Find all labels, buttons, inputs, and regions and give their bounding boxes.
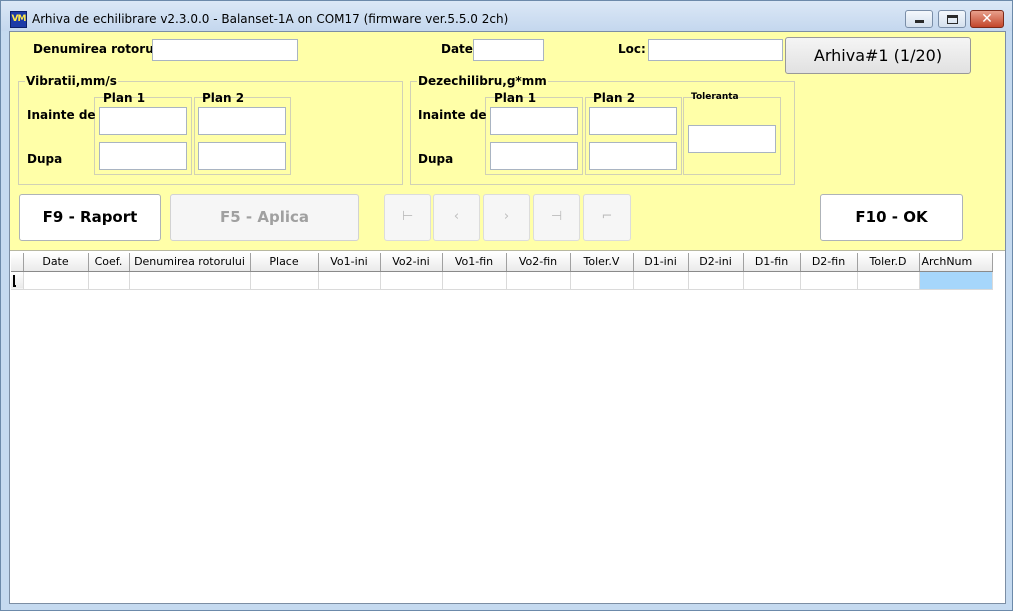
imbalance-after-label: Dupa (418, 152, 454, 166)
vibration-plan2-after-field[interactable] (198, 142, 286, 170)
table-cell[interactable] (688, 271, 744, 290)
previous-record-icon: ‹ (453, 209, 460, 224)
table-cell[interactable] (800, 271, 858, 290)
table-cell[interactable] (129, 271, 251, 290)
column-header[interactable]: D1-fin (743, 253, 801, 272)
vibration-plan1-after-field[interactable] (99, 142, 187, 170)
imbalance-plan2-after-field[interactable] (589, 142, 677, 170)
nav-next-button[interactable]: › (483, 194, 530, 241)
imbalance-plan1-label: Plan 1 (494, 91, 537, 105)
clear-record-icon: ⌐ (601, 209, 613, 224)
vibration-plan2-before-field[interactable] (198, 107, 286, 135)
imbalance-before-label: Inainte de (418, 108, 487, 122)
column-header[interactable]: Vo1-fin (442, 253, 507, 272)
vibration-legend: Vibratii,mm/s (25, 74, 118, 88)
vibration-plan1-label: Plan 1 (103, 91, 146, 105)
imbalance-legend: Dezechilibru,g*mm (417, 74, 548, 88)
table-cell[interactable] (318, 271, 381, 290)
imbalance-plan2-before-field[interactable] (589, 107, 677, 135)
table-header-row: Date Coef. Denumirea rotorului Place Vo1… (11, 253, 993, 272)
column-header[interactable]: Toler.V (570, 253, 634, 272)
last-record-icon: ⊣ (550, 209, 563, 224)
client-area: Denumirea rotorului Date Loc: Arhiva#1 (… (9, 31, 1006, 604)
date-label: Date (441, 42, 473, 56)
location-field[interactable] (648, 39, 783, 61)
archive-table: Date Coef. Denumirea rotorului Place Vo1… (11, 253, 993, 290)
column-header[interactable]: Toler.D (857, 253, 920, 272)
column-header[interactable]: ArchNum (919, 253, 993, 272)
table-cell[interactable] (633, 271, 689, 290)
date-field[interactable] (473, 39, 544, 61)
table-cell[interactable] (442, 271, 507, 290)
report-button[interactable]: F9 - Raport (19, 194, 161, 241)
column-header[interactable]: Denumirea rotorului (129, 253, 251, 272)
archive-record-panel: Denumirea rotorului Date Loc: Arhiva#1 (… (10, 32, 1005, 271)
nav-first-button[interactable]: ⊢ (384, 194, 431, 241)
next-record-icon: › (503, 209, 510, 224)
table-cell[interactable] (570, 271, 634, 290)
maximize-button[interactable] (938, 10, 966, 28)
rotor-name-label: Denumirea rotorului (33, 42, 171, 56)
current-row-icon (13, 274, 16, 287)
column-header[interactable]: Coef. (88, 253, 130, 272)
column-header[interactable]: Vo2-ini (380, 253, 443, 272)
table-cell[interactable] (250, 271, 319, 290)
nav-previous-button[interactable]: ‹ (433, 194, 480, 241)
app-logo-icon: VM (10, 11, 27, 28)
table-row[interactable] (11, 271, 993, 290)
ok-button[interactable]: F10 - OK (820, 194, 963, 241)
selected-table-cell[interactable] (919, 271, 993, 290)
location-label: Loc: (618, 42, 646, 56)
imbalance-plan1-before-field[interactable] (490, 107, 578, 135)
title-bar[interactable]: VM Arhiva de echilibrare v2.3.0.0 - Bala… (1, 1, 1012, 31)
column-header[interactable]: Place (250, 253, 319, 272)
window-title: Arhiva de echilibrare v2.3.0.0 - Balanse… (32, 12, 509, 26)
column-header[interactable]: Date (23, 253, 89, 272)
apply-coefficients-button[interactable]: F5 - Aplica coeficientii (170, 194, 359, 271)
vibration-plan2-label: Plan 2 (202, 91, 245, 105)
tolerance-label: Toleranta (691, 92, 739, 102)
app-window: VM Arhiva de echilibrare v2.3.0.0 - Bala… (0, 0, 1013, 611)
table-cell[interactable] (23, 271, 89, 290)
row-indicator[interactable] (11, 271, 24, 290)
vibration-plan1-before-field[interactable] (99, 107, 187, 135)
table-cell[interactable] (506, 271, 571, 290)
close-icon: ✕ (981, 11, 993, 27)
row-header-corner[interactable] (11, 253, 24, 272)
nav-clear-button[interactable]: ⌐ (583, 194, 631, 241)
tolerance-field[interactable] (688, 125, 776, 153)
column-header[interactable]: D1-ini (633, 253, 689, 272)
table-cell[interactable] (743, 271, 801, 290)
table-cell[interactable] (380, 271, 443, 290)
archive-record-button[interactable]: Arhiva#1 (1/20) (785, 37, 971, 74)
table-cell[interactable] (88, 271, 130, 290)
column-header[interactable]: D2-ini (688, 253, 744, 272)
first-record-icon: ⊢ (401, 209, 414, 224)
table-cell[interactable] (857, 271, 920, 290)
minimize-button[interactable] (905, 10, 933, 28)
imbalance-plan2-label: Plan 2 (593, 91, 636, 105)
maximize-icon (947, 15, 958, 24)
imbalance-plan1-after-field[interactable] (490, 142, 578, 170)
vibration-before-label: Inainte de (27, 108, 96, 122)
nav-last-button[interactable]: ⊣ (533, 194, 580, 241)
close-button[interactable]: ✕ (970, 10, 1004, 28)
column-header[interactable]: Vo1-ini (318, 253, 381, 272)
vibration-after-label: Dupa (27, 152, 63, 166)
column-header[interactable]: Vo2-fin (506, 253, 571, 272)
minimize-icon (915, 20, 924, 23)
rotor-name-field[interactable] (152, 39, 298, 61)
column-header[interactable]: D2-fin (800, 253, 858, 272)
